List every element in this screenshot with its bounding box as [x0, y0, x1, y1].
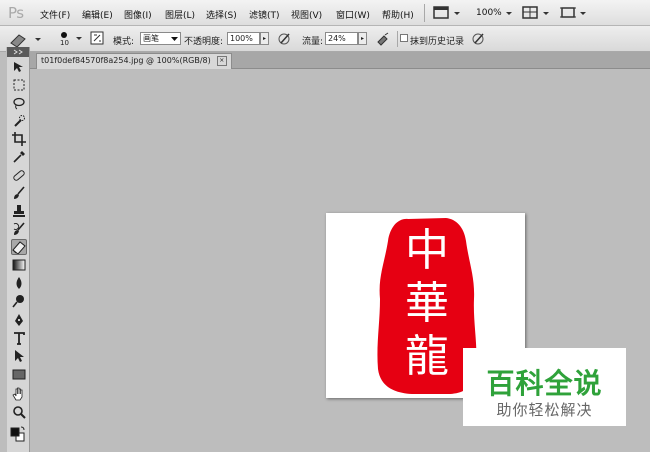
- lasso-tool-icon[interactable]: [12, 96, 26, 110]
- brush-size-value: 10: [60, 39, 69, 47]
- mode-dropdown-icon: [171, 37, 178, 41]
- marquee-tool-icon[interactable]: [12, 78, 26, 92]
- document-tab-bar: t01f0def84570f8a254.jpg @ 100%(RGB/8) ×: [30, 52, 650, 69]
- clone-stamp-tool-icon[interactable]: [12, 204, 26, 218]
- watermark-subtitle: 助你轻松解决: [496, 401, 593, 419]
- zoom-level[interactable]: 100%: [476, 8, 502, 18]
- watermark: 百科全说 助你轻松解决: [463, 348, 626, 426]
- tools-panel-header[interactable]: [7, 47, 29, 57]
- airbrush-icon[interactable]: [375, 31, 391, 47]
- blur-tool-icon[interactable]: [12, 276, 26, 290]
- spot-healing-tool-icon[interactable]: [12, 168, 26, 182]
- eraser-tool-icon[interactable]: [11, 239, 27, 255]
- opacity-label: 不透明度:: [184, 37, 224, 47]
- menu-select[interactable]: 选择(S): [206, 8, 237, 21]
- collapse-panel-icon[interactable]: [7, 47, 29, 57]
- menu-image[interactable]: 图像(I): [124, 8, 152, 21]
- menu-help[interactable]: 帮助(H): [382, 8, 414, 21]
- workspace-icon[interactable]: [560, 5, 590, 21]
- menu-edit[interactable]: 编辑(E): [82, 8, 113, 21]
- menu-filter[interactable]: 滤镜(T): [249, 8, 280, 21]
- color-swatches-icon[interactable]: [10, 425, 26, 445]
- tablet-opacity-pressure-icon[interactable]: [277, 31, 293, 47]
- pen-tool-icon[interactable]: [12, 313, 26, 327]
- arrange-documents-icon[interactable]: [522, 5, 552, 21]
- path-selection-tool-icon[interactable]: [12, 349, 26, 363]
- rectangle-tool-icon[interactable]: [12, 367, 26, 381]
- flow-field[interactable]: 24%: [325, 32, 358, 45]
- menu-view[interactable]: 视图(V): [291, 8, 322, 21]
- flow-label: 流量:: [302, 37, 324, 47]
- opacity-stepper-icon[interactable]: ▸: [260, 32, 269, 45]
- menu-layer[interactable]: 图层(L): [165, 8, 195, 21]
- flow-stepper-icon[interactable]: ▸: [358, 32, 367, 45]
- eraser-preset-icon[interactable]: [8, 31, 42, 47]
- erase-to-history-checkbox[interactable]: [400, 34, 408, 42]
- hand-tool-icon[interactable]: [12, 387, 26, 401]
- screen-mode-icon[interactable]: [433, 5, 463, 21]
- erase-to-history-label: 抹到历史记录: [410, 37, 465, 47]
- mode-value: 画笔: [143, 34, 159, 43]
- history-brush-tool-icon[interactable]: [12, 222, 26, 236]
- quick-selection-tool-icon[interactable]: [12, 114, 26, 128]
- photoshop-logo: Ps: [8, 4, 24, 22]
- zoom-tool-icon[interactable]: [12, 405, 26, 419]
- menu-file[interactable]: 文件(F): [40, 8, 70, 21]
- options-bar: 10 模式: 画笔 不透明度: 100% ▸ 流量: 24% ▸ 抹到历史记录: [0, 26, 650, 52]
- menu-bar: Ps 文件(F) 编辑(E) 图像(I) 图层(L) 选择(S) 滤镜(T) 视…: [0, 0, 650, 26]
- seal-character: 龍: [405, 331, 449, 382]
- eyedropper-tool-icon[interactable]: [12, 150, 26, 164]
- close-tab-icon[interactable]: ×: [216, 55, 227, 66]
- seal-character: 中: [405, 225, 449, 276]
- move-tool-icon[interactable]: [12, 60, 26, 74]
- brush-panel-icon[interactable]: [90, 31, 104, 45]
- opacity-field[interactable]: 100%: [227, 32, 260, 45]
- crop-tool-icon[interactable]: [12, 132, 26, 146]
- gradient-tool-icon[interactable]: [12, 258, 26, 272]
- tablet-size-pressure-icon[interactable]: [471, 31, 487, 47]
- type-tool-icon[interactable]: [12, 331, 26, 345]
- brush-tool-icon[interactable]: [12, 186, 26, 200]
- mode-select[interactable]: 画笔: [140, 32, 181, 45]
- menu-window[interactable]: 窗口(W): [336, 8, 370, 21]
- document-tab[interactable]: t01f0def84570f8a254.jpg @ 100%(RGB/8) ×: [36, 53, 232, 69]
- zoom-dropdown-icon[interactable]: [504, 5, 514, 21]
- document-tab-title: t01f0def84570f8a254.jpg @ 100%(RGB/8): [41, 56, 211, 65]
- brush-picker-dropdown-icon[interactable]: [75, 34, 83, 42]
- mode-label: 模式:: [113, 37, 135, 47]
- tools-panel: [6, 47, 30, 452]
- seal-character: 華: [405, 278, 449, 329]
- watermark-title: 百科全说: [486, 367, 603, 400]
- dodge-tool-icon[interactable]: [12, 294, 26, 308]
